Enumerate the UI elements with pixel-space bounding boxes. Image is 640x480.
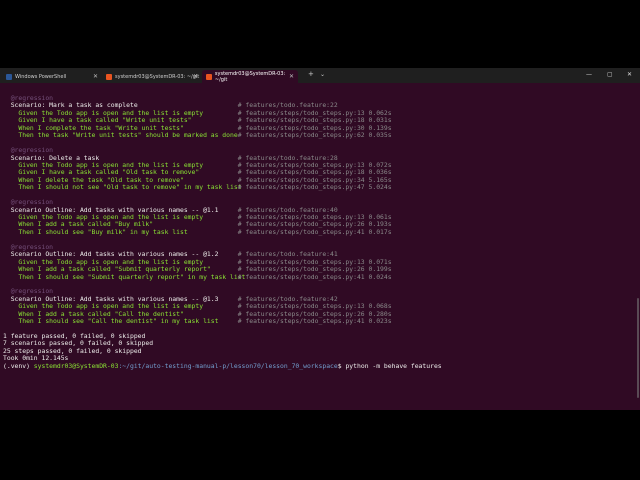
step-line: Then I should see "Buy milk" in my task …: [3, 227, 634, 236]
step-line: Then I should not see "Old task to remov…: [3, 183, 634, 192]
prompt-line: (.venv) systemdr03@SystemDR-03:~/git/aut…: [3, 361, 634, 370]
step-text: Then the task "Write unit tests" should …: [3, 131, 238, 140]
step-location: # features/steps/todo_steps.py:41 0.017s: [237, 227, 392, 236]
tab-ubuntu-2[interactable]: systemdr03@SystemDR-03: ~/git ✕: [202, 70, 298, 83]
prompt-user: systemdr03@SystemDR-03: [33, 361, 119, 370]
tab-powershell[interactable]: Windows PowerShell ✕: [2, 70, 102, 83]
step-line: Then I should see "Call the dentist" in …: [3, 317, 634, 326]
prompt-path: :~/git/auto-testing-manual-p/lesson70/le…: [118, 361, 338, 370]
step-text: Then I should not see "Old task to remov…: [3, 183, 242, 192]
close-icon[interactable]: ✕: [289, 73, 294, 80]
scenario-tag: @regression: [3, 146, 54, 155]
scenario-tag: @regression: [3, 198, 54, 207]
tab-ubuntu-1[interactable]: systemdr03@SystemDR-03: ~/git ✕: [102, 70, 202, 83]
maximize-icon[interactable]: ▢: [607, 71, 613, 78]
new-tab-icon[interactable]: +: [308, 70, 314, 78]
scrollbar[interactable]: [637, 298, 639, 398]
tab-label: systemdr03@SystemDR-03: ~/git: [214, 70, 286, 83]
ubuntu-icon: [206, 73, 212, 80]
venv-label: (.venv): [3, 361, 34, 370]
step-text: Then I should see "Call the dentist" in …: [3, 317, 219, 326]
step-text: Then I should see "Buy milk" in my task …: [3, 227, 188, 236]
step-line: Then the task "Write unit tests" should …: [3, 131, 634, 140]
tab-label: systemdr03@SystemDR-03: ~/git: [115, 73, 200, 80]
step-location: # features/steps/todo_steps.py:41 0.024s: [237, 272, 392, 281]
minimize-icon[interactable]: —: [586, 71, 592, 78]
command-text: python -m behave features: [345, 361, 442, 370]
step-location: # features/steps/todo_steps.py:47 5.024s: [237, 183, 392, 192]
step-line: Then I should see "Submit quarterly repo…: [3, 272, 634, 281]
tab-bar: Windows PowerShell ✕ systemdr03@SystemDR…: [0, 68, 640, 83]
close-icon[interactable]: ✕: [93, 73, 98, 80]
terminal-window: Windows PowerShell ✕ systemdr03@SystemDR…: [0, 68, 640, 410]
terminal-output[interactable]: @regression Scenario: Mark a task as com…: [3, 94, 634, 370]
summary-line: 25 steps passed, 0 failed, 0 skipped: [3, 347, 634, 355]
ubuntu-icon: [106, 73, 112, 80]
step-location: # features/steps/todo_steps.py:41 0.023s: [237, 317, 392, 326]
close-window-icon[interactable]: ✕: [627, 71, 632, 78]
powershell-icon: [6, 73, 12, 80]
step-text: Then I should see "Submit quarterly repo…: [3, 272, 246, 281]
tab-label: Windows PowerShell: [15, 73, 67, 80]
step-location: # features/steps/todo_steps.py:62 0.035s: [237, 131, 392, 140]
chevron-down-icon[interactable]: ⌄: [320, 71, 325, 78]
close-icon[interactable]: ✕: [193, 73, 198, 80]
